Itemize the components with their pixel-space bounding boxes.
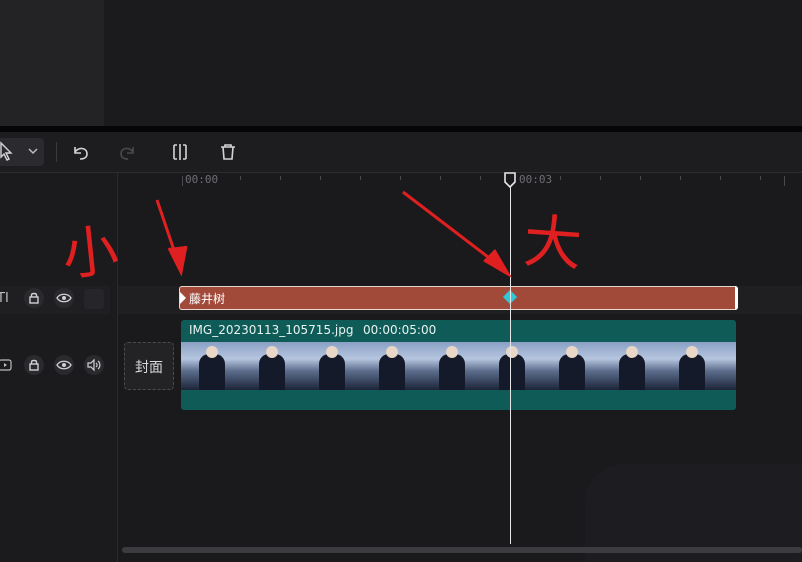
lock-icon: [29, 292, 39, 304]
video-track-icon: [0, 359, 12, 371]
cover-label: 封面: [135, 360, 163, 376]
filmstrip-frame: [481, 342, 541, 390]
annotation-arrowhead-left: [167, 245, 188, 277]
ruler-tick: [680, 176, 681, 180]
mute-video-track-button[interactable]: [84, 355, 104, 375]
ruler-tick: [280, 176, 281, 180]
filmstrip-frame: [181, 342, 241, 390]
annotation-text-large: 大: [521, 207, 584, 279]
chevron-down-icon[interactable]: [27, 146, 39, 156]
video-clip-duration: 00:00:05:00: [363, 323, 437, 337]
ruler-tick: [600, 176, 601, 180]
filmstrip-frame: [541, 342, 601, 390]
filmstrip-frame: [421, 342, 481, 390]
filmstrip-frame: [361, 342, 421, 390]
undo-icon[interactable]: [70, 142, 90, 162]
text-clip[interactable]: 藤井树: [179, 286, 738, 310]
playhead-handle[interactable]: [503, 172, 517, 188]
playhead-line[interactable]: [510, 186, 511, 544]
ruler-start-time: 00:00: [185, 173, 219, 186]
split-icon[interactable]: [170, 142, 190, 162]
ruler-tick: [784, 176, 785, 186]
filmstrip-frame: [241, 342, 301, 390]
filmstrip-frame: [721, 342, 736, 390]
cursor-icon: [0, 141, 13, 161]
video-filmstrip: [181, 342, 736, 390]
eye-icon: [56, 360, 72, 370]
speaker-icon: [87, 358, 101, 372]
clip-trim-right-handle[interactable]: [735, 286, 738, 310]
ruler-tick: [760, 176, 761, 180]
annotation-arrow-right: [402, 190, 506, 272]
ruler-tick: [560, 176, 561, 180]
annotation-text-small: 小: [59, 218, 122, 289]
filmstrip-frame: [301, 342, 361, 390]
clip-trim-left-handle[interactable]: [179, 292, 187, 304]
timeline-ruler[interactable]: [118, 173, 802, 191]
filmstrip-frame: [601, 342, 661, 390]
ruler-tick: [720, 176, 721, 180]
text-clip-label: 藤井树: [189, 292, 226, 306]
redo-icon[interactable]: [118, 142, 138, 162]
ruler-tick: [400, 176, 401, 180]
ruler-tick: [360, 176, 361, 180]
ruler-playhead-time: 00:03: [519, 173, 553, 186]
preview-panel: [105, 0, 802, 126]
ruler-tick: [240, 176, 241, 180]
trash-icon[interactable]: [218, 142, 238, 162]
lock-icon: [29, 359, 39, 371]
annotation-arrow-left: [155, 199, 182, 269]
annotation-arrowhead-right: [483, 249, 513, 279]
timeline-horizontal-scrollbar[interactable]: [122, 547, 802, 553]
visibility-video-track-button[interactable]: [54, 355, 74, 375]
ruler-tick: [182, 176, 183, 186]
text-track-label: TI: [0, 291, 9, 306]
track-extra-slot[interactable]: [84, 289, 104, 309]
video-clip[interactable]: IMG_20230113_105715.jpg 00:00:05:00: [181, 320, 736, 410]
ruler-tick: [640, 176, 641, 180]
video-clip-filename: IMG_20230113_105715.jpg: [189, 323, 354, 337]
lock-track-button[interactable]: [24, 288, 44, 308]
filmstrip-frame: [661, 342, 721, 390]
toolbar-divider: [56, 142, 57, 162]
ruler-tick: [440, 176, 441, 180]
lock-video-track-button[interactable]: [24, 355, 44, 375]
ruler-tick: [320, 176, 321, 180]
media-panel: [0, 0, 104, 126]
cover-button[interactable]: 封面: [124, 342, 174, 390]
ruler-tick: [480, 176, 481, 180]
